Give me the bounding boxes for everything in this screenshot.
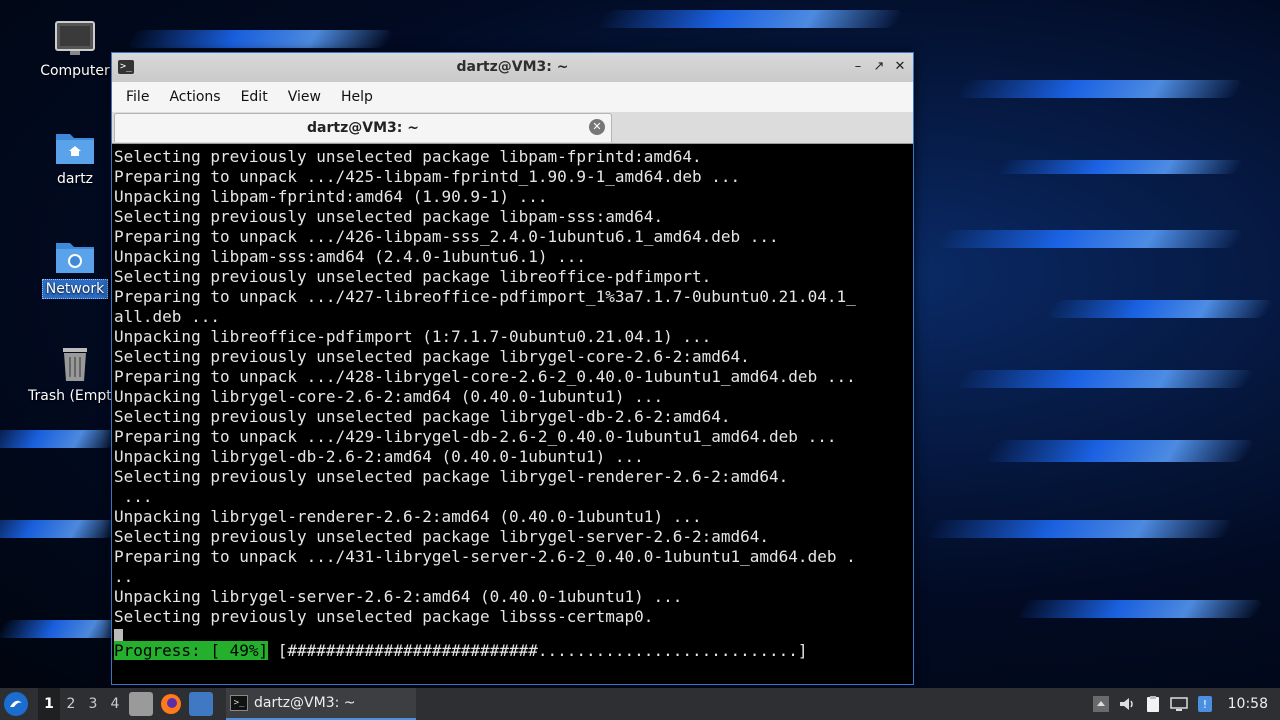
terminal-line: Preparing to unpack .../427-libreoffice-… bbox=[114, 287, 856, 306]
terminal-line: Selecting previously unselected package … bbox=[114, 527, 770, 546]
terminal-line: Selecting previously unselected package … bbox=[114, 467, 789, 486]
menu-actions[interactable]: Actions bbox=[159, 89, 230, 105]
desktop-icon-network[interactable]: Network bbox=[25, 237, 125, 299]
terminal-line: Selecting previously unselected package … bbox=[114, 347, 750, 366]
terminal-line: all.deb ... bbox=[114, 307, 220, 326]
progress-line: Progress: [ 49%] [######################… bbox=[114, 641, 808, 661]
progress-bar: [##########################.............… bbox=[268, 641, 808, 660]
terminal-line: Preparing to unpack .../425-libpam-fprin… bbox=[114, 167, 741, 186]
wallpaper-streak bbox=[124, 30, 396, 48]
desktop-icon-trash[interactable]: Trash (Empty) bbox=[25, 345, 126, 405]
tab-title: dartz@VM3: ~ bbox=[307, 120, 419, 136]
tab-close-icon[interactable]: ✕ bbox=[589, 119, 605, 135]
progress-label: Progress: [ 49%] bbox=[114, 641, 269, 660]
wallpaper-streak bbox=[934, 230, 1246, 248]
wallpaper-streak bbox=[995, 160, 1245, 174]
wallpaper-streak bbox=[1014, 600, 1266, 618]
show-desktop-icon[interactable] bbox=[189, 692, 213, 716]
lubuntu-logo-icon bbox=[5, 693, 27, 715]
taskbar: 1 2 3 4 >_ dartz@VM3: ~ ! 10:58 bbox=[0, 688, 1280, 720]
wallpaper-streak bbox=[1044, 300, 1276, 318]
terminal-line: Preparing to unpack .../431-librygel-ser… bbox=[114, 547, 856, 566]
terminal-line: Selecting previously unselected package … bbox=[114, 267, 712, 286]
firefox-icon[interactable] bbox=[159, 692, 183, 716]
volume-icon[interactable] bbox=[1117, 695, 1137, 713]
network-folder-icon bbox=[54, 237, 96, 275]
terminal-output[interactable]: Selecting previously unselected package … bbox=[114, 147, 911, 682]
terminal-line: Selecting previously unselected package … bbox=[114, 607, 654, 626]
wallpaper-streak bbox=[0, 430, 126, 448]
terminal-line: Selecting previously unselected package … bbox=[114, 147, 702, 166]
terminal-line: Unpacking librygel-db-2.6-2:amd64 (0.40.… bbox=[114, 447, 644, 466]
desktop-icon-home[interactable]: dartz bbox=[25, 128, 125, 188]
menu-bar: File Actions Edit View Help bbox=[112, 82, 913, 112]
taskbar-terminal-task[interactable]: >_ dartz@VM3: ~ bbox=[226, 688, 416, 720]
wallpaper-streak bbox=[924, 520, 1236, 538]
terminal-line: Unpacking libpam-sss:amd64 (2.4.0-1ubunt… bbox=[114, 247, 587, 266]
terminal-line: Unpacking librygel-core-2.6-2:amd64 (0.4… bbox=[114, 387, 664, 406]
clock[interactable]: 10:58 bbox=[1228, 696, 1268, 712]
terminal-line: Unpacking librygel-server-2.6-2:amd64 (0… bbox=[114, 587, 683, 606]
update-notifier-icon[interactable]: ! bbox=[1195, 695, 1215, 713]
menu-edit[interactable]: Edit bbox=[231, 89, 278, 105]
svg-text:!: ! bbox=[1202, 698, 1206, 711]
terminal-line: Unpacking librygel-renderer-2.6-2:amd64 … bbox=[114, 507, 702, 526]
desktop-icon-computer[interactable]: Computer bbox=[25, 20, 125, 80]
system-tray: ! 10:58 bbox=[1088, 688, 1280, 720]
window-titlebar[interactable]: >_ dartz@VM3: ~ – ↗ ✕ bbox=[112, 53, 913, 82]
desktop-icon-label: dartz bbox=[56, 171, 94, 187]
minimize-button[interactable]: – bbox=[849, 58, 867, 76]
trash-icon bbox=[54, 345, 96, 383]
terminal-line: Selecting previously unselected package … bbox=[114, 407, 731, 426]
workspace-4[interactable]: 4 bbox=[104, 688, 126, 720]
task-label: dartz@VM3: ~ bbox=[254, 695, 356, 711]
menu-file[interactable]: File bbox=[116, 89, 159, 105]
menu-view[interactable]: View bbox=[278, 89, 331, 105]
wallpaper-streak bbox=[0, 520, 126, 538]
file-manager-icon[interactable] bbox=[129, 692, 153, 716]
start-menu-button[interactable] bbox=[4, 692, 28, 716]
tray-up-arrow-icon[interactable] bbox=[1091, 695, 1111, 713]
tab-bar: dartz@VM3: ~ ✕ bbox=[112, 112, 913, 144]
wallpaper-streak bbox=[954, 80, 1246, 98]
terminal-line: Unpacking libreoffice-pdfimport (1:7.1.7… bbox=[114, 327, 712, 346]
terminal-line: .. bbox=[114, 567, 134, 586]
monitor-icon bbox=[54, 20, 96, 58]
terminal-task-icon: >_ bbox=[230, 695, 248, 711]
close-button[interactable]: ✕ bbox=[891, 58, 909, 76]
terminal-line: ... bbox=[114, 487, 153, 506]
maximize-button[interactable]: ↗ bbox=[870, 58, 888, 76]
menu-help[interactable]: Help bbox=[331, 89, 383, 105]
workspace-3[interactable]: 3 bbox=[82, 688, 104, 720]
network-icon[interactable] bbox=[1169, 695, 1189, 713]
terminal-line: Selecting previously unselected package … bbox=[114, 207, 664, 226]
desktop-icon-label: Computer bbox=[40, 63, 110, 79]
terminal-line: Unpacking libpam-fprintd:amd64 (1.90.9-1… bbox=[114, 187, 548, 206]
wallpaper-streak bbox=[954, 370, 1256, 388]
terminal-line: Preparing to unpack .../429-librygel-db-… bbox=[114, 427, 837, 446]
terminal-tab[interactable]: dartz@VM3: ~ ✕ bbox=[114, 113, 612, 142]
wallpaper-streak bbox=[983, 440, 1257, 462]
desktop-icon-label: Network bbox=[41, 279, 109, 299]
terminal-line: Preparing to unpack .../426-libpam-sss_2… bbox=[114, 227, 779, 246]
workspace-1[interactable]: 1 bbox=[38, 688, 60, 720]
home-folder-icon bbox=[54, 128, 96, 166]
terminal-window: >_ dartz@VM3: ~ – ↗ ✕ File Actions Edit … bbox=[111, 52, 914, 685]
wallpaper-streak bbox=[594, 10, 906, 28]
workspace-2[interactable]: 2 bbox=[60, 688, 82, 720]
terminal-line: Preparing to unpack .../428-librygel-cor… bbox=[114, 367, 856, 386]
clipboard-icon[interactable] bbox=[1143, 695, 1163, 713]
window-title: dartz@VM3: ~ bbox=[456, 59, 569, 75]
